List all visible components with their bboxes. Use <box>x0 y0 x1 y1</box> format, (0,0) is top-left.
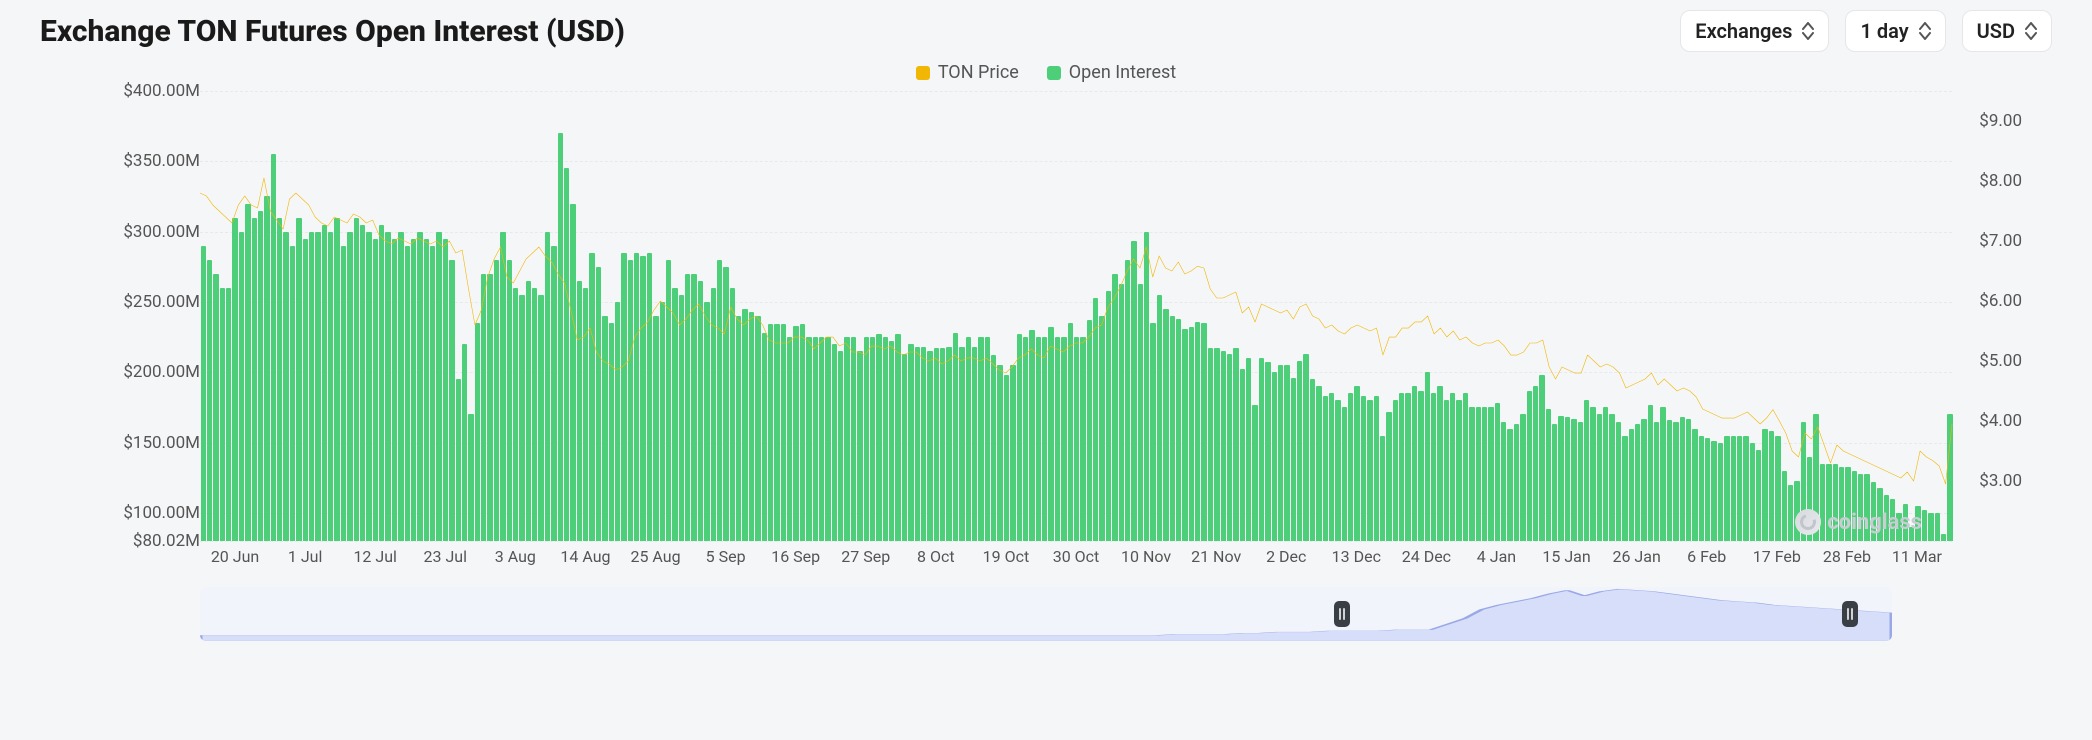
x-tick: 5 Sep <box>706 547 746 566</box>
x-tick: 21 Nov <box>1191 547 1241 566</box>
y-right-tick: $8.00 <box>1979 171 2022 191</box>
interval-selector[interactable]: 1 day <box>1845 10 1945 52</box>
square-icon <box>1047 66 1061 80</box>
y-left-tick: $300.00M <box>123 222 200 242</box>
y-left-tick: $400.00M <box>123 81 200 101</box>
chart-legend: TON Price Open Interest <box>40 62 2052 83</box>
updown-icon <box>2025 22 2037 40</box>
chart-title: Exchange TON Futures Open Interest (USD) <box>40 14 1664 49</box>
price-line <box>200 91 1952 541</box>
legend-label: Open Interest <box>1069 62 1176 83</box>
y-right-tick: $5.00 <box>1979 351 2022 371</box>
x-tick: 25 Aug <box>630 547 680 566</box>
updown-icon <box>1802 22 1814 40</box>
x-tick: 12 Jul <box>353 547 397 566</box>
navigator-area <box>200 587 1892 641</box>
y-left-tick: $200.00M <box>123 362 200 382</box>
y-axis-left: $400.00M$350.00M$300.00M$250.00M$200.00M… <box>100 91 200 541</box>
x-tick: 2 Dec <box>1266 547 1306 566</box>
x-tick: 1 Jul <box>288 547 323 566</box>
x-tick: 20 Jun <box>211 547 259 566</box>
legend-item-oi[interactable]: Open Interest <box>1047 62 1176 83</box>
exchanges-selector[interactable]: Exchanges <box>1680 10 1829 52</box>
y-left-tick: $250.00M <box>123 292 200 312</box>
y-left-tick: $150.00M <box>123 433 200 453</box>
y-right-tick: $7.00 <box>1979 231 2022 251</box>
square-icon <box>916 66 930 80</box>
plot-region[interactable]: coinglass <box>200 91 1952 541</box>
x-tick: 13 Dec <box>1332 547 1381 566</box>
x-tick: 26 Jan <box>1612 547 1660 566</box>
x-tick: 17 Feb <box>1753 547 1801 566</box>
currency-selector[interactable]: USD <box>1962 10 2052 52</box>
x-tick: 14 Aug <box>560 547 610 566</box>
x-tick: 4 Jan <box>1477 547 1516 566</box>
x-tick: 30 Oct <box>1053 547 1100 566</box>
x-tick: 3 Aug <box>495 547 536 566</box>
interval-selector-label: 1 day <box>1860 19 1908 43</box>
chart-card: Exchange TON Futures Open Interest (USD)… <box>0 0 2092 661</box>
range-navigator[interactable] <box>200 587 1892 641</box>
legend-label: TON Price <box>938 62 1019 83</box>
navigator-handle-right[interactable] <box>1842 601 1858 627</box>
chart-header: Exchange TON Futures Open Interest (USD)… <box>40 10 2052 52</box>
x-tick: 16 Sep <box>771 547 820 566</box>
x-tick: 19 Oct <box>983 547 1030 566</box>
x-tick: 11 Mar <box>1892 547 1942 566</box>
exchanges-selector-label: Exchanges <box>1695 19 1792 43</box>
y-right-tick: $6.00 <box>1979 291 2022 311</box>
x-tick: 15 Jan <box>1542 547 1590 566</box>
x-axis: 20 Jun 1 Jul 12 Jul 23 Jul 3 Aug 14 Aug 25 Aug… <box>200 547 1952 573</box>
y-right-tick: $9.00 <box>1979 111 2022 131</box>
currency-selector-label: USD <box>1977 19 2015 43</box>
y-left-tick: $80.02M <box>133 531 200 551</box>
x-tick: 28 Feb <box>1823 547 1871 566</box>
x-tick: 27 Sep <box>841 547 890 566</box>
legend-item-price[interactable]: TON Price <box>916 62 1019 83</box>
chart-plot-area: $400.00M$350.00M$300.00M$250.00M$200.00M… <box>40 91 2052 541</box>
y-right-tick: $4.00 <box>1979 411 2022 431</box>
updown-icon <box>1919 22 1931 40</box>
x-tick: 6 Feb <box>1687 547 1726 566</box>
y-left-tick: $100.00M <box>123 503 200 523</box>
x-tick: 24 Dec <box>1402 547 1451 566</box>
y-right-tick: $3.00 <box>1979 471 2022 491</box>
x-tick: 8 Oct <box>917 547 955 566</box>
x-tick: 10 Nov <box>1121 547 1171 566</box>
y-axis-right: $9.00 $8.00 $7.00 $6.00 $5.00 $4.00 $3.00 <box>1952 91 2022 541</box>
y-left-tick: $350.00M <box>123 151 200 171</box>
x-tick: 23 Jul <box>424 547 468 566</box>
navigator-handle-left[interactable] <box>1334 601 1350 627</box>
